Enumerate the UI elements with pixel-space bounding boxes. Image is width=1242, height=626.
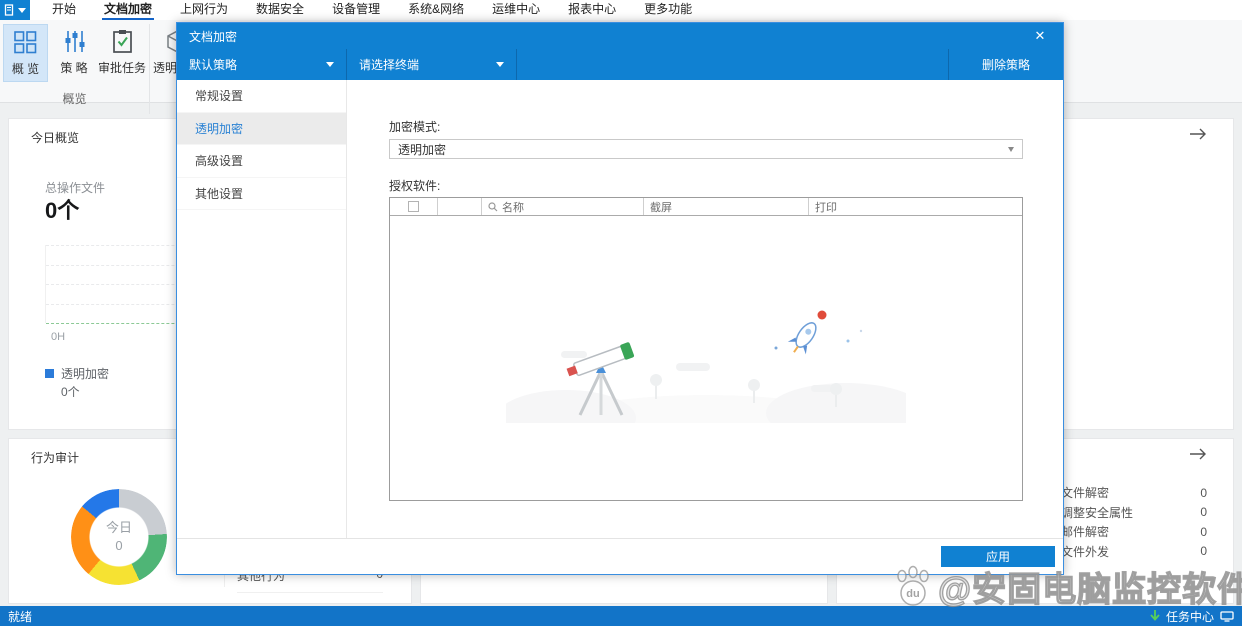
document-encryption-dialog: 文档加密 ✕ 默认策略 请选择终端 删除策略 常规设置 透明加密 高级设置 其他… bbox=[176, 22, 1064, 575]
dialog-content: 加密模式: 透明加密 授权软件: 名称 截屏 打印 bbox=[348, 80, 1063, 539]
chevron-down-icon bbox=[1008, 146, 1014, 152]
monitor-icon[interactable] bbox=[1220, 610, 1234, 622]
legend-value: 0个 bbox=[61, 385, 80, 399]
menubar-item[interactable]: 设备管理 bbox=[318, 0, 394, 20]
chevron-down-icon bbox=[496, 62, 504, 67]
statusbar: 就绪 任务中心 bbox=[0, 606, 1242, 626]
header-screenshot[interactable]: 截屏 bbox=[644, 198, 809, 215]
sliders-icon bbox=[65, 31, 84, 52]
table-header: 名称 截屏 打印 bbox=[390, 198, 1022, 216]
list-item: 文件解密 0 bbox=[1061, 483, 1207, 503]
list-item-label: 文件解密 bbox=[1061, 486, 1110, 501]
status-text: 就绪 bbox=[8, 609, 33, 624]
encrypt-mode-value: 透明加密 bbox=[398, 142, 447, 157]
encrypt-mode-label: 加密模式: bbox=[389, 120, 441, 134]
dialog-titlebar: 文档加密 ✕ bbox=[177, 23, 1063, 49]
app-icon bbox=[4, 4, 14, 16]
donut-center-label: 今日 bbox=[105, 520, 132, 535]
menubar-item[interactable]: 上网行为 bbox=[166, 0, 242, 20]
menubar-item[interactable]: 更多功能 bbox=[630, 0, 706, 20]
search-icon bbox=[488, 201, 498, 211]
list-item: 调整安全属性 0 bbox=[1061, 503, 1207, 523]
chevron-down-icon bbox=[18, 7, 26, 13]
header-screenshot-label: 截屏 bbox=[650, 201, 672, 214]
dialog-title: 文档加密 bbox=[189, 29, 238, 44]
nav-item-transparent-encrypt[interactable]: 透明加密 bbox=[177, 112, 346, 145]
panel-title: 行为审计 bbox=[31, 451, 80, 465]
authorized-software-table: 名称 截屏 打印 bbox=[389, 197, 1023, 501]
arrow-right-icon[interactable] bbox=[1189, 127, 1207, 145]
header-print-label: 打印 bbox=[815, 201, 837, 214]
grid-icon bbox=[14, 31, 37, 54]
list-item-value: 0 bbox=[1200, 505, 1207, 520]
dialog-nav: 常规设置 透明加密 高级设置 其他设置 bbox=[177, 80, 347, 539]
ribbon-button-label: 策 略 bbox=[60, 61, 88, 75]
legend-label: 透明加密 bbox=[61, 367, 110, 381]
download-arrow-icon bbox=[1150, 610, 1160, 621]
list-item: 邮件解密 0 bbox=[1061, 522, 1207, 542]
delete-policy-button[interactable]: 删除策略 bbox=[948, 49, 1063, 80]
chart-x-label: 0H bbox=[51, 331, 66, 343]
encrypt-mode-select[interactable]: 透明加密 bbox=[389, 139, 1023, 159]
policy-select-value: 默认策略 bbox=[189, 58, 238, 72]
header-select-all bbox=[390, 198, 438, 215]
header-name[interactable]: 名称 bbox=[482, 198, 644, 215]
operations-list: 文件解密 0 调整安全属性 0 邮件解密 0 文件外发 0 bbox=[1061, 483, 1207, 561]
panel-title: 今日概览 bbox=[31, 131, 80, 145]
menubar-item[interactable]: 运维中心 bbox=[478, 0, 554, 20]
menubar-item[interactable]: 系统&网络 bbox=[394, 0, 478, 20]
dialog-footer-divider bbox=[177, 538, 1063, 539]
list-item-value: 0 bbox=[1200, 544, 1207, 559]
terminal-select[interactable]: 请选择终端 bbox=[347, 49, 517, 80]
list-item-label: 文件外发 bbox=[1061, 544, 1110, 559]
dialog-body: 常规设置 透明加密 高级设置 其他设置 加密模式: 透明加密 授权软件: 名称 … bbox=[177, 80, 1063, 539]
list-item: 文件外发 0 bbox=[1061, 542, 1207, 562]
list-item-value: 0 bbox=[1200, 485, 1207, 500]
table-empty-state bbox=[390, 216, 1022, 500]
delete-policy-label: 删除策略 bbox=[981, 58, 1030, 72]
terminal-select-value: 请选择终端 bbox=[359, 58, 420, 72]
list-item-label: 邮件解密 bbox=[1061, 525, 1110, 540]
ribbon-button-label: 概 览 bbox=[11, 62, 40, 76]
ribbon-separator bbox=[149, 24, 150, 114]
ribbon-button-overview[interactable]: 概 览 bbox=[3, 24, 48, 82]
stat-value: 0个 bbox=[45, 198, 80, 223]
ribbon-button-label: 审批任务 bbox=[97, 61, 146, 75]
close-icon[interactable]: ✕ bbox=[1029, 25, 1051, 47]
authorized-software-label: 授权软件: bbox=[389, 179, 441, 193]
arrow-right-icon[interactable] bbox=[1189, 447, 1207, 465]
menubar-item-active[interactable]: 文档加密 bbox=[90, 0, 166, 20]
ribbon-button-policy[interactable]: 策 略 bbox=[52, 24, 96, 82]
dialog-toolbar: 默认策略 请选择终端 删除策略 bbox=[177, 49, 1063, 80]
nav-item-general-settings[interactable]: 常规设置 bbox=[177, 80, 346, 113]
chart-legend: 透明加密 bbox=[45, 365, 109, 382]
header-name-label: 名称 bbox=[502, 201, 524, 214]
ribbon-button-approval[interactable]: 审批任务 bbox=[97, 24, 147, 82]
legend-color bbox=[45, 369, 54, 378]
policy-select[interactable]: 默认策略 bbox=[177, 49, 347, 80]
list-item-value: 0 bbox=[1200, 524, 1207, 539]
menubar: 开始 文档加密 上网行为 数据安全 设备管理 系统&网络 运维中心 报表中心 更… bbox=[0, 0, 1242, 20]
app-menu-button[interactable] bbox=[0, 0, 30, 20]
nav-item-advanced-settings[interactable]: 高级设置 bbox=[177, 145, 346, 178]
apply-button[interactable]: 应用 bbox=[941, 546, 1055, 567]
donut-center-value: 0 bbox=[115, 538, 123, 553]
list-item-label: 调整安全属性 bbox=[1061, 505, 1134, 520]
chevron-down-icon bbox=[326, 62, 334, 67]
clipboard-check-icon bbox=[112, 30, 132, 53]
header-print[interactable]: 打印 bbox=[809, 198, 1022, 215]
menubar-item[interactable]: 数据安全 bbox=[242, 0, 318, 20]
select-all-checkbox[interactable] bbox=[408, 201, 419, 212]
header-blank bbox=[438, 198, 482, 215]
empty-state-illustration bbox=[506, 310, 906, 423]
menubar-item[interactable]: 报表中心 bbox=[554, 0, 630, 20]
donut-center: 今日 0 bbox=[71, 489, 167, 585]
menubar-item[interactable]: 开始 bbox=[38, 0, 90, 20]
ribbon-group-label: 概览 bbox=[62, 92, 87, 106]
nav-item-other-settings[interactable]: 其他设置 bbox=[177, 178, 346, 210]
task-center-button[interactable]: 任务中心 bbox=[1166, 608, 1214, 625]
